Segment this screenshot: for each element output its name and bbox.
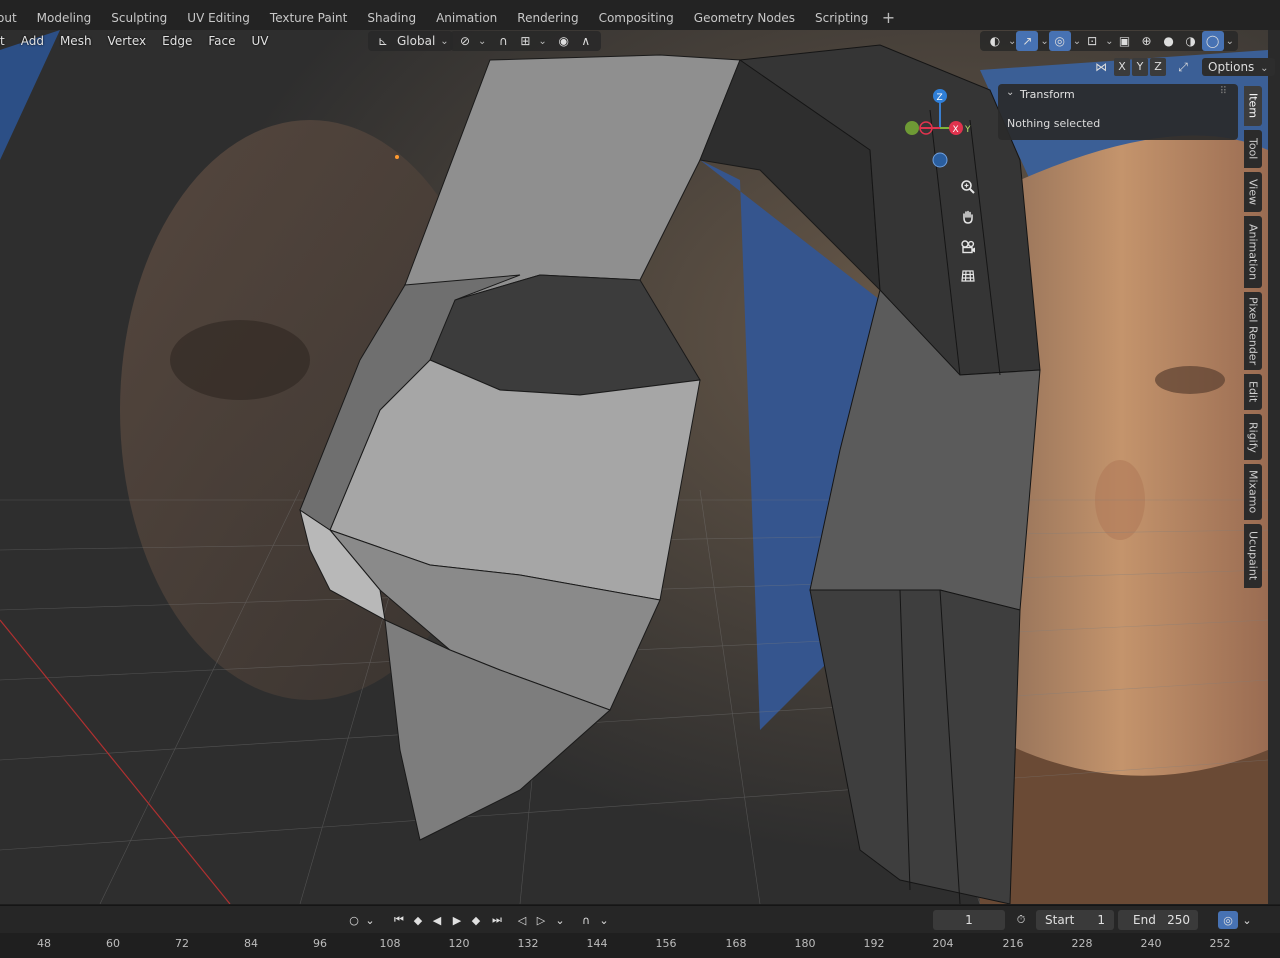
playback-sync-icon[interactable]: ◎ xyxy=(1218,911,1238,929)
current-frame-field[interactable]: 1 xyxy=(933,910,1005,930)
mirror-z-button[interactable]: Z xyxy=(1150,58,1166,76)
start-frame-field[interactable]: Start 1 xyxy=(1036,910,1114,930)
tab-modeling[interactable]: Modeling xyxy=(27,6,102,30)
next-keyframe-jump-icon[interactable]: ▷ xyxy=(532,911,550,929)
ruler-tick: 72 xyxy=(175,937,189,950)
ruler-tick: 84 xyxy=(244,937,258,950)
tab-scripting[interactable]: Scripting xyxy=(805,6,878,30)
menu-edge[interactable]: Edge xyxy=(154,34,200,48)
nothing-selected-text: Nothing selected xyxy=(1007,117,1101,130)
zoom-icon[interactable] xyxy=(956,175,980,199)
ruler-tick: 132 xyxy=(517,937,539,950)
side-tab-view[interactable]: View xyxy=(1244,172,1262,212)
ruler-tick: 120 xyxy=(448,937,470,950)
ruler-tick: 180 xyxy=(794,937,816,950)
tab-sculpting[interactable]: Sculpting xyxy=(101,6,177,30)
mirror-axis-row: ⋈ X Y Z ⤢ Options ⌄ xyxy=(1090,57,1275,77)
ruler-tick: 156 xyxy=(655,937,677,950)
stopwatch-icon[interactable]: ⏱ xyxy=(1012,911,1030,929)
tab-layout[interactable]: out xyxy=(0,6,27,30)
options-dropdown[interactable]: Options ⌄ xyxy=(1202,58,1275,76)
start-label: Start xyxy=(1045,913,1075,927)
side-tab-ucupaint[interactable]: Ucupaint xyxy=(1244,524,1262,588)
viewport-header: t Add Mesh Vertex Edge Face UV xyxy=(0,30,1268,52)
gizmo-z-label: Z xyxy=(937,93,943,103)
ruler-tick: 108 xyxy=(379,937,401,950)
timeline-header: ○ ⌄ ⏮ ◆ ◀ ▶ ◆ ⏭ ◁ ▷ ⌄ ∩ ⌄ 1 ⏱ Start 1 En… xyxy=(0,905,1280,934)
tab-shading[interactable]: Shading xyxy=(357,6,426,30)
ruler-tick: 252 xyxy=(1209,937,1231,950)
ruler-tick: 48 xyxy=(37,937,51,950)
start-value: 1 xyxy=(1097,913,1105,927)
tab-uv-editing[interactable]: UV Editing xyxy=(177,6,260,30)
chevron-down-icon: ⌄ xyxy=(1260,63,1269,74)
ruler-tick: 168 xyxy=(725,937,747,950)
workspace-tab-bar: out Modeling Sculpting UV Editing Textur… xyxy=(0,0,1280,30)
auto-merge-icon[interactable]: ⤢ xyxy=(1172,57,1194,77)
ruler-tick: 228 xyxy=(1071,937,1093,950)
gizmo-x-label: X xyxy=(953,125,959,135)
end-value: 250 xyxy=(1167,913,1190,927)
jump-start-icon[interactable]: ⏮ xyxy=(390,911,408,929)
mirror-icon[interactable]: ⋈ xyxy=(1090,57,1112,77)
ruler-tick: 240 xyxy=(1140,937,1162,950)
transform-panel[interactable]: ⌄ Transform ⠿ Nothing selected xyxy=(998,84,1238,140)
keyframe-next-icon[interactable]: ◆ xyxy=(467,911,485,929)
side-tab-edit[interactable]: Edit xyxy=(1244,374,1262,410)
options-label: Options xyxy=(1208,60,1255,74)
timeline-ruler[interactable]: 48 60 72 84 96 108 120 132 144 156 168 1… xyxy=(0,933,1280,958)
hand-pan-icon[interactable] xyxy=(956,205,980,229)
tab-texture-paint[interactable]: Texture Paint xyxy=(260,6,357,30)
grid-ortho-icon[interactable] xyxy=(956,264,980,288)
gizmo-y-label: Y xyxy=(964,125,971,135)
menu-mesh[interactable]: Mesh xyxy=(52,34,100,48)
chevron-down-icon[interactable]: ⌄ xyxy=(1240,911,1254,929)
chevron-down-icon[interactable]: ⌄ xyxy=(553,911,567,929)
chevron-down-icon[interactable]: ⌄ xyxy=(364,911,376,929)
viewport-scene: Z X Y xyxy=(0,30,1268,904)
properties-editor-edge xyxy=(1268,30,1280,904)
tab-compositing[interactable]: Compositing xyxy=(589,6,684,30)
ruler-tick: 96 xyxy=(313,937,327,950)
side-tab-mixamo[interactable]: Mixamo xyxy=(1244,464,1262,520)
mirror-y-button[interactable]: Y xyxy=(1132,58,1148,76)
prev-keyframe-jump-icon[interactable]: ◁ xyxy=(513,911,531,929)
menu-uv[interactable]: UV xyxy=(243,34,276,48)
side-tab-pixel-render[interactable]: Pixel Render xyxy=(1244,292,1262,370)
mirror-x-button[interactable]: X xyxy=(1114,58,1130,76)
ruler-tick: 144 xyxy=(586,937,608,950)
menu-select[interactable]: t xyxy=(0,34,13,48)
menu-face[interactable]: Face xyxy=(200,34,243,48)
play-icon[interactable]: ▶ xyxy=(448,911,466,929)
current-frame-value: 1 xyxy=(965,913,973,927)
end-label: End xyxy=(1133,913,1156,927)
end-frame-field[interactable]: End 250 xyxy=(1118,910,1198,930)
tab-rendering[interactable]: Rendering xyxy=(507,6,588,30)
ruler-tick: 204 xyxy=(932,937,954,950)
ruler-tick: 216 xyxy=(1002,937,1024,950)
tab-animation[interactable]: Animation xyxy=(426,6,507,30)
jump-end-icon[interactable]: ⏭ xyxy=(488,911,506,929)
ruler-tick: 192 xyxy=(863,937,885,950)
side-tab-item[interactable]: Item xyxy=(1244,86,1262,126)
side-tab-animation[interactable]: Animation xyxy=(1244,216,1262,288)
ruler-tick: 60 xyxy=(106,937,120,950)
keyframe-prev-icon[interactable]: ◆ xyxy=(409,911,427,929)
add-workspace-button[interactable]: + xyxy=(878,8,898,27)
side-tab-rigify[interactable]: Rigify xyxy=(1244,414,1262,460)
chevron-down-icon[interactable]: ⌄ xyxy=(1006,87,1014,98)
camera-icon[interactable] xyxy=(956,235,980,259)
3d-viewport[interactable]: Z X Y xyxy=(0,30,1268,904)
auto-keying-icon[interactable]: ∩ xyxy=(577,911,595,929)
side-tab-tool[interactable]: Tool xyxy=(1244,130,1262,168)
menu-vertex[interactable]: Vertex xyxy=(100,34,155,48)
drag-handle-icon[interactable]: ⠿ xyxy=(1220,86,1228,97)
chevron-down-icon[interactable]: ⌄ xyxy=(597,911,611,929)
transform-panel-title: Transform xyxy=(1020,88,1075,101)
play-reverse-icon[interactable]: ◀ xyxy=(428,911,446,929)
keying-icon[interactable]: ○ xyxy=(344,911,364,929)
menu-add[interactable]: Add xyxy=(13,34,52,48)
tab-geometry-nodes[interactable]: Geometry Nodes xyxy=(684,6,805,30)
